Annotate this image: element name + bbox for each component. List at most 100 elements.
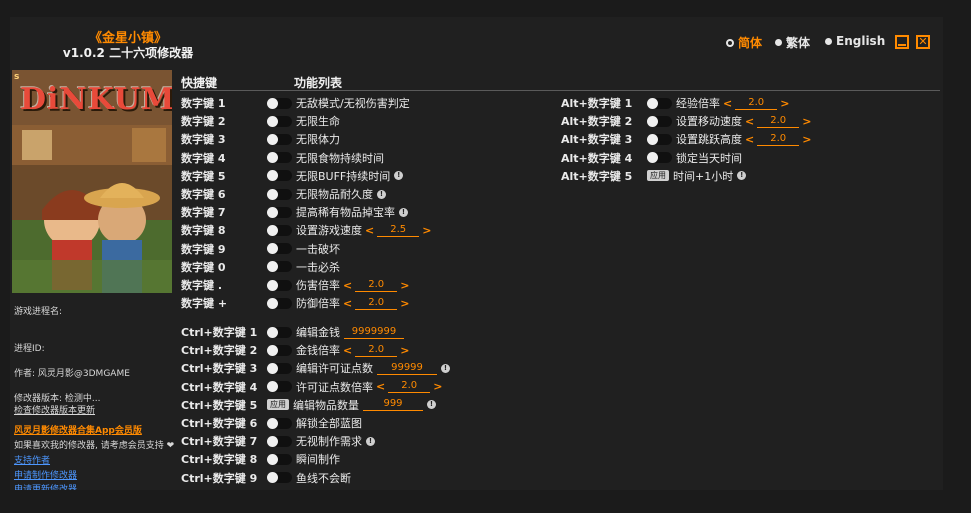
increase-arrow[interactable]: > (400, 279, 409, 292)
value-field[interactable]: 2.0 (757, 115, 800, 128)
value-input[interactable]: 99999 (377, 362, 437, 375)
dinkum-logo: DiNKUM (20, 82, 172, 117)
value-field[interactable]: 2.5 (377, 224, 420, 237)
feature-label: 设置游戏速度 (296, 224, 362, 238)
hotkey-label: 数字键 8 (181, 224, 226, 238)
value-input[interactable]: 9999999 (344, 326, 404, 339)
author-text: 作者: 风灵月影@3DMGAME (14, 369, 130, 379)
toggle-switch[interactable] (267, 381, 292, 393)
feature-row: 数字键 0 一击必杀 (181, 258, 340, 276)
value-field[interactable]: 2.0 (355, 344, 398, 357)
feature-label: 无限生命 (296, 115, 340, 129)
value-field[interactable]: 2.0 (735, 97, 778, 110)
lang-traditional-option[interactable]: 繁体 (775, 34, 810, 51)
apply-button[interactable]: 应用 (647, 170, 669, 182)
decrease-arrow[interactable]: < (745, 133, 754, 146)
hotkey-label: Ctrl+数字键 1 (181, 326, 258, 339)
app-promo-link[interactable]: 风灵月影修改器合集App会员版 (14, 423, 142, 436)
hotkey-label: 数字键 4 (181, 151, 226, 165)
toggle-switch[interactable] (267, 435, 292, 447)
toggle-switch[interactable] (267, 344, 292, 356)
toggle-switch[interactable] (647, 152, 672, 164)
decrease-arrow[interactable]: < (343, 279, 352, 292)
hotkey-label: Ctrl+数字键 9 (181, 471, 258, 485)
toggle-switch[interactable] (267, 188, 292, 200)
toggle-switch[interactable] (267, 279, 292, 291)
feature-label: 编辑物品数量 (293, 398, 359, 412)
toggle-switch[interactable] (267, 152, 292, 164)
feature-row: 数字键 4 无限食物持续时间 (181, 149, 384, 167)
toggle-switch[interactable] (267, 115, 292, 127)
value-field[interactable]: 2.0 (388, 380, 431, 394)
feature-row: Ctrl+数字键 4 许可证点数倍率 <2.0 > (181, 378, 445, 396)
toggle-switch[interactable] (267, 261, 292, 273)
toggle-switch[interactable] (267, 453, 292, 465)
info-icon: ! (399, 207, 408, 217)
feature-label: 一击必杀 (296, 260, 340, 274)
feature-label: 无视制作需求 (296, 435, 362, 449)
increase-arrow[interactable]: > (780, 97, 789, 110)
toggle-switch[interactable] (267, 326, 292, 338)
feature-row: 数字键 5 无限BUFF持续时间! (181, 167, 404, 185)
toggle-switch[interactable] (267, 133, 292, 145)
feature-row: Ctrl+数字键 2 金钱倍率 <2.0 > (181, 341, 412, 359)
info-icon: ! (441, 363, 450, 373)
check-update-link[interactable]: 检查修改器版本更新 (14, 403, 95, 416)
support-author-link[interactable]: 支持作者 (14, 453, 50, 466)
toggle-switch[interactable] (267, 206, 292, 218)
radio-icon (775, 39, 782, 46)
value-field[interactable]: 2.0 (757, 133, 800, 146)
toggle-switch[interactable] (267, 297, 292, 309)
minimize-icon[interactable] (895, 35, 909, 49)
increase-arrow[interactable]: > (433, 380, 442, 393)
toggle-switch[interactable] (647, 115, 672, 127)
lang-english-label: English (836, 34, 886, 48)
value-field[interactable]: 2.0 (355, 279, 398, 292)
toggle-switch[interactable] (647, 97, 672, 109)
lang-simplified-option[interactable]: 简体 (726, 34, 762, 51)
toggle-switch[interactable] (267, 362, 292, 374)
request-trainer-link[interactable]: 申请制作修改器 (14, 468, 77, 481)
increase-arrow[interactable]: > (422, 224, 431, 237)
feature-row: 数字键 3 无限体力 (181, 130, 340, 148)
toggle-switch[interactable] (267, 224, 292, 236)
decrease-arrow[interactable]: < (343, 344, 352, 357)
value-input[interactable]: 999 (363, 398, 423, 412)
lang-english-option[interactable]: English (825, 34, 885, 48)
decrease-arrow[interactable]: < (343, 297, 352, 310)
feature-label: 无限BUFF持续时间 (296, 169, 391, 183)
feature-label: 编辑金钱 (296, 326, 340, 339)
increase-arrow[interactable]: > (802, 133, 811, 146)
feature-row: Alt+数字键 3 设置跳跃高度 <2.0 > (561, 130, 814, 148)
toggle-switch[interactable] (267, 472, 292, 484)
decrease-arrow[interactable]: < (723, 97, 732, 110)
hotkey-label: Ctrl+数字键 5 (181, 398, 258, 412)
decrease-arrow[interactable]: < (376, 380, 385, 393)
hotkey-label: 数字键 1 (181, 97, 226, 110)
hotkey-label: Ctrl+数字键 6 (181, 417, 258, 430)
toggle-switch[interactable] (267, 243, 292, 255)
hotkey-label: 数字键 7 (181, 206, 226, 220)
feature-row: Ctrl+数字键 3 编辑许可证点数 99999! (181, 359, 450, 377)
apply-button[interactable]: 应用 (267, 399, 289, 411)
toggle-switch[interactable] (267, 417, 292, 429)
feature-row: Ctrl+数字键 6 解锁全部蓝图 (181, 414, 362, 432)
decrease-arrow[interactable]: < (365, 224, 374, 237)
increase-arrow[interactable]: > (802, 115, 811, 128)
toggle-switch[interactable] (267, 97, 292, 109)
toggle-switch[interactable] (647, 133, 672, 145)
feature-label: 无限体力 (296, 133, 340, 147)
feature-label: 无敌模式/无视伤害判定 (296, 97, 410, 110)
feature-row: 数字键 . 伤害倍率 <2.0 > (181, 276, 412, 294)
toggle-switch[interactable] (267, 170, 292, 182)
close-icon[interactable]: ✕ (916, 35, 930, 49)
feature-row: Alt+数字键 5 应用 时间+1小时! (561, 167, 747, 185)
increase-arrow[interactable]: > (400, 297, 409, 310)
feature-row: Ctrl+数字键 1 编辑金钱 9999999 (181, 323, 404, 341)
feature-row: 数字键 8 设置游戏速度 <2.5 > (181, 221, 434, 239)
lang-simplified-label: 简体 (738, 36, 763, 50)
value-field[interactable]: 2.0 (355, 297, 398, 310)
decrease-arrow[interactable]: < (745, 115, 754, 128)
request-update-link[interactable]: 申请更新修改器 (14, 482, 77, 490)
increase-arrow[interactable]: > (400, 344, 409, 357)
